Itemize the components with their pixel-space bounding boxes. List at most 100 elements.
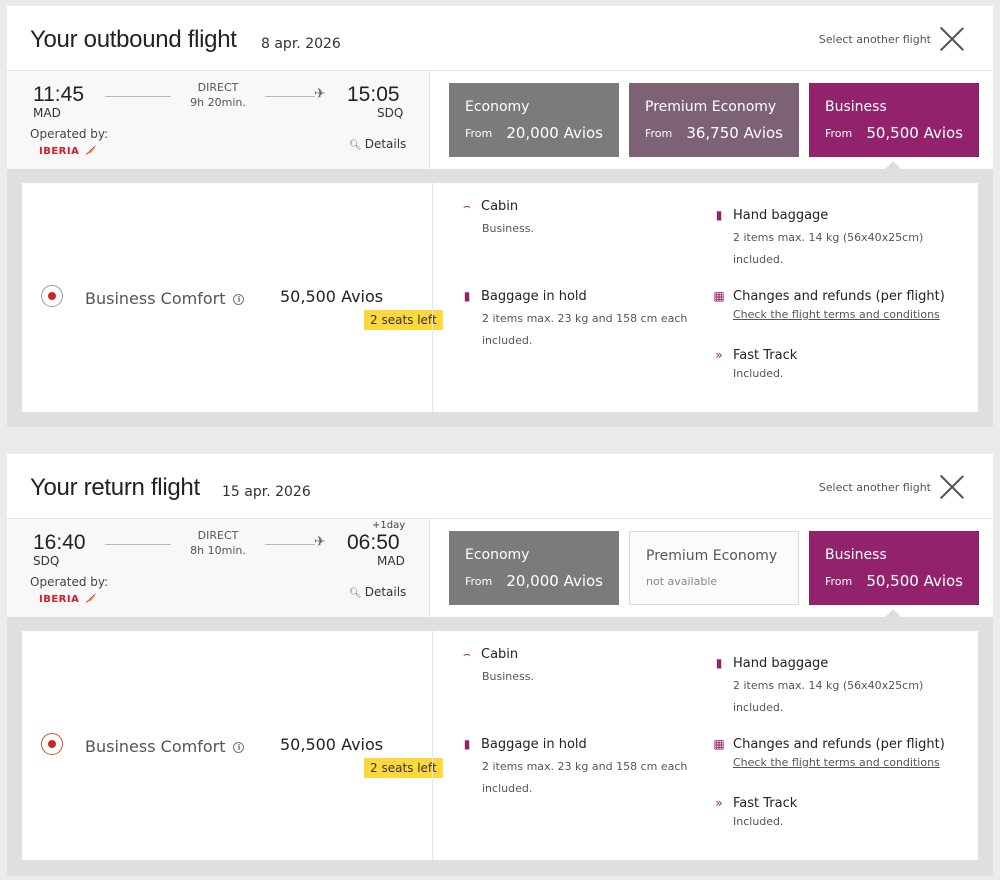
fare-business[interactable]: Business From 50,500 Avios bbox=[809, 83, 979, 157]
hand-baggage-icon: ▮ bbox=[715, 208, 723, 222]
fare-name: Economy bbox=[465, 547, 530, 563]
fare-name: Premium Economy bbox=[646, 548, 778, 564]
class-name: Business Comfort i bbox=[85, 737, 245, 756]
arrival-airport: MAD bbox=[377, 554, 405, 568]
route-line bbox=[265, 544, 315, 545]
close-icon[interactable] bbox=[939, 474, 965, 500]
iberia-logo-mark bbox=[85, 593, 96, 603]
feature-hold-baggage: ▮ Baggage in hold 2 items max. 23 kg and … bbox=[459, 289, 688, 352]
fast-track-icon: » bbox=[715, 348, 723, 362]
info-icon[interactable]: i bbox=[233, 294, 245, 305]
feature-changes-refunds: ▦ Changes and refunds (per flight) Check … bbox=[711, 289, 945, 326]
seats-left-badge: 2 seats left bbox=[364, 758, 443, 778]
operated-by-label: Operated by: bbox=[30, 127, 109, 141]
divider bbox=[432, 183, 433, 412]
suitcase-icon: ▮ bbox=[463, 737, 471, 751]
class-price: 50,500 Avios bbox=[280, 735, 384, 754]
route-info: DIRECT 8h 10min. bbox=[190, 529, 246, 557]
plane-icon: ✈ bbox=[314, 534, 326, 550]
departure-time: 16:40 bbox=[33, 531, 86, 554]
fare-name: Economy bbox=[465, 99, 530, 115]
route-line bbox=[105, 96, 171, 97]
feature-fast-track: » Fast Track Included. bbox=[711, 348, 797, 385]
feature-hold-baggage: ▮ Baggage in hold 2 items max. 23 kg and … bbox=[459, 737, 688, 800]
fare-status: not available bbox=[646, 575, 718, 588]
feature-cabin: ⌢ Cabin Business. bbox=[459, 199, 534, 240]
fare-radio-selected[interactable] bbox=[41, 285, 63, 307]
feature-hand-baggage: ▮ Hand baggage 2 items max. 14 kg (56x40x… bbox=[711, 656, 924, 719]
fare-from-label: From bbox=[825, 575, 853, 588]
close-icon[interactable] bbox=[939, 26, 965, 52]
search-icon: 🔍︎ bbox=[349, 588, 362, 599]
details-link[interactable]: 🔍︎ Details bbox=[349, 585, 406, 599]
fare-from-label: From bbox=[825, 127, 853, 140]
search-icon: 🔍︎ bbox=[349, 140, 362, 151]
feature-fast-track: » Fast Track Included. bbox=[711, 796, 797, 833]
divider bbox=[429, 519, 430, 617]
fare-detail-card: Business Comfort i 50,500 Avios 2 seats l… bbox=[22, 631, 978, 860]
fare-name: Premium Economy bbox=[645, 99, 777, 115]
plus-day-label: +1day bbox=[372, 520, 406, 531]
class-name: Business Comfort i bbox=[85, 289, 245, 308]
select-another-flight-link[interactable]: Select another flight bbox=[819, 33, 931, 46]
fare-name: Business bbox=[825, 547, 887, 563]
flight-terms-link[interactable]: Check the flight terms and conditions bbox=[733, 752, 945, 774]
arrival-airport: SDQ bbox=[377, 106, 404, 120]
route-line bbox=[105, 544, 171, 545]
fare-business[interactable]: Business From 50,500 Avios bbox=[809, 531, 979, 605]
fare-radio-selected[interactable] bbox=[41, 733, 63, 755]
info-icon[interactable]: i bbox=[233, 742, 245, 753]
details-link[interactable]: 🔍︎ Details bbox=[349, 137, 406, 151]
iberia-logo: IBERIA bbox=[39, 594, 80, 605]
divider bbox=[432, 631, 433, 860]
fare-detail-area: Business Comfort i 50,500 Avios 2 seats l… bbox=[7, 617, 993, 876]
class-price: 50,500 Avios bbox=[280, 287, 384, 306]
selected-fare-pointer bbox=[885, 609, 901, 617]
fare-price: 50,500 Avios bbox=[866, 124, 963, 142]
fare-price: 36,750 Avios bbox=[686, 124, 783, 142]
route-line bbox=[265, 96, 315, 97]
calendar-icon: ▦ bbox=[713, 289, 725, 303]
arrival-time: 15:05 bbox=[347, 83, 400, 106]
fast-track-icon: » bbox=[715, 796, 723, 810]
fare-name: Business bbox=[825, 99, 887, 115]
seat-icon: ⌢ bbox=[463, 647, 471, 661]
flight-date: 15 apr. 2026 bbox=[222, 484, 311, 500]
departure-airport: SDQ bbox=[33, 554, 60, 568]
calendar-icon: ▦ bbox=[713, 737, 725, 751]
fare-premium-economy[interactable]: Premium Economy From 36,750 Avios bbox=[629, 83, 799, 157]
feature-changes-refunds: ▦ Changes and refunds (per flight) Check … bbox=[711, 737, 945, 774]
fare-premium-economy-unavailable: Premium Economy not available bbox=[629, 531, 799, 605]
feature-cabin: ⌢ Cabin Business. bbox=[459, 647, 534, 688]
flight-date: 8 apr. 2026 bbox=[261, 36, 341, 52]
flight-route: 16:40 SDQ DIRECT 8h 10min. ✈ +1day 06:50 … bbox=[7, 519, 429, 617]
suitcase-icon: ▮ bbox=[463, 289, 471, 303]
fare-detail-area: Business Comfort i 50,500 Avios 2 seats l… bbox=[7, 169, 993, 427]
seats-left-badge: 2 seats left bbox=[364, 310, 443, 330]
outbound-flight-panel: Your outbound flight 8 apr. 2026 Select … bbox=[7, 6, 993, 427]
fare-price: 20,000 Avios bbox=[506, 124, 603, 142]
fare-price: 50,500 Avios bbox=[866, 572, 963, 590]
arrival-time: 06:50 bbox=[347, 531, 400, 554]
fare-from-label: From bbox=[465, 127, 493, 140]
flight-title: Your return flight bbox=[30, 474, 200, 501]
feature-hand-baggage: ▮ Hand baggage 2 items max. 14 kg (56x40x… bbox=[711, 208, 924, 271]
fare-price: 20,000 Avios bbox=[506, 572, 603, 590]
fare-from-label: From bbox=[645, 127, 673, 140]
flight-title: Your outbound flight bbox=[30, 26, 237, 53]
return-flight-panel: Your return flight 15 apr. 2026 Select a… bbox=[7, 454, 993, 876]
route-info: DIRECT 9h 20min. bbox=[190, 81, 246, 109]
divider bbox=[429, 71, 430, 169]
fare-economy[interactable]: Economy From 20,000 Avios bbox=[449, 531, 619, 605]
flight-terms-link[interactable]: Check the flight terms and conditions bbox=[733, 304, 945, 326]
fare-economy[interactable]: Economy From 20,000 Avios bbox=[449, 83, 619, 157]
departure-airport: MAD bbox=[33, 106, 61, 120]
fare-from-label: From bbox=[465, 575, 493, 588]
flight-route: 11:45 MAD DIRECT 9h 20min. ✈ 15:05 SDQ Op… bbox=[7, 71, 429, 169]
fare-detail-card: Business Comfort i 50,500 Avios 2 seats l… bbox=[22, 183, 978, 412]
plane-icon: ✈ bbox=[314, 86, 326, 102]
selected-fare-pointer bbox=[885, 161, 901, 169]
seat-icon: ⌢ bbox=[463, 199, 471, 213]
select-another-flight-link[interactable]: Select another flight bbox=[819, 481, 931, 494]
iberia-logo: IBERIA bbox=[39, 146, 80, 157]
